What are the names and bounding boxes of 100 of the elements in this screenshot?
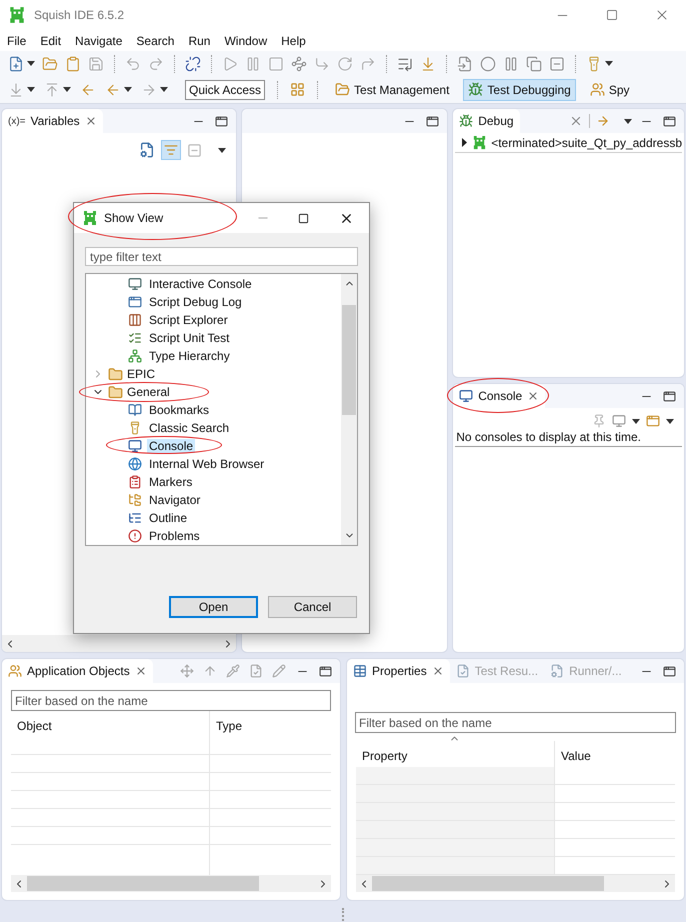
console-message: No consoles to display at this time. [456, 430, 641, 444]
view-tab[interactable]: Properties [347, 659, 450, 683]
tree-item[interactable]: Navigator [147, 493, 202, 507]
stop-icon[interactable] [268, 56, 284, 72]
download-icon[interactable] [420, 56, 436, 72]
columns-icon [128, 313, 142, 327]
robot-logo-icon [82, 210, 98, 226]
open-icon[interactable] [42, 56, 58, 72]
caret-icon[interactable] [124, 87, 132, 92]
tree-item[interactable]: Problems [147, 529, 202, 543]
maximize-icon[interactable] [215, 114, 228, 128]
menu-item[interactable]: File [7, 32, 26, 50]
filter-field[interactable]: Filter based on the name [11, 690, 331, 711]
tree-item[interactable]: Interactive Console [147, 277, 254, 291]
layout-toggle[interactable] [161, 140, 182, 160]
monitor-icon [128, 439, 142, 453]
caret-icon[interactable] [27, 61, 35, 66]
pause-icon[interactable] [503, 56, 519, 72]
tree-item[interactable]: Bookmarks [147, 403, 212, 417]
tree-item[interactable]: Script Debug Log [147, 295, 244, 309]
tree-item[interactable]: Console [147, 439, 196, 453]
copy-icon[interactable] [526, 56, 542, 72]
tree-item[interactable]: Classic Search [147, 421, 232, 435]
waypoints-icon[interactable] [291, 56, 307, 72]
horizontal-scrollbar[interactable] [356, 875, 675, 892]
menu-item[interactable]: Run [188, 32, 210, 50]
maximize-icon[interactable] [298, 212, 309, 224]
tree-item[interactable]: Outline [147, 511, 190, 525]
open-perspective-icon[interactable] [290, 82, 306, 97]
tree-item[interactable]: General [127, 385, 170, 399]
new-window-icon[interactable] [646, 414, 660, 428]
tree-item[interactable]: Script Unit Test [147, 331, 232, 345]
menu-item[interactable]: Help [281, 32, 306, 50]
menu-item[interactable]: Edit [40, 32, 62, 50]
column-header[interactable]: Value [561, 747, 591, 765]
arrow-up-icon[interactable] [203, 664, 217, 678]
caret-icon[interactable] [632, 418, 640, 424]
pipette-icon[interactable] [226, 664, 240, 678]
perspective-button[interactable]: Test Management [330, 78, 454, 100]
arrow-right-icon[interactable] [596, 114, 610, 128]
file-check-icon[interactable] [249, 664, 263, 678]
quick-access-field[interactable]: Quick Access [185, 80, 266, 100]
horizontal-scrollbar[interactable] [2, 635, 236, 652]
view-tab[interactable]: Debug [453, 109, 520, 133]
column-header[interactable]: Type [216, 717, 242, 735]
bug-icon [459, 114, 474, 128]
maximize-icon[interactable] [663, 390, 676, 402]
view-menu-icon[interactable] [218, 148, 226, 152]
caret-icon[interactable] [63, 87, 71, 92]
tree-item[interactable]: Type Hierarchy [147, 349, 232, 363]
perspective-button[interactable]: Test Debugging [463, 78, 576, 100]
expand-arrow-icon[interactable] [461, 138, 468, 147]
pencil-icon[interactable] [272, 664, 286, 678]
bug-icon [468, 82, 484, 97]
monitor-icon[interactable] [612, 414, 626, 428]
undo-icon[interactable] [125, 56, 141, 72]
play-icon[interactable] [222, 56, 238, 72]
record-icon[interactable] [480, 56, 496, 72]
caret-icon[interactable] [27, 87, 35, 92]
tree-item[interactable]: Markers [147, 475, 194, 489]
view-tab[interactable]: (x)= Variables [2, 109, 103, 133]
caret-icon[interactable] [605, 61, 613, 66]
paste-icon[interactable] [65, 56, 81, 72]
pause-icon[interactable] [245, 56, 261, 72]
new-file-icon[interactable] [8, 56, 24, 72]
vertical-scrollbar[interactable] [341, 274, 357, 545]
filter-field[interactable]: Filter based on the name [355, 712, 676, 733]
column-header[interactable]: Property [362, 747, 408, 765]
tab-label: Debug [478, 113, 514, 130]
view-tab[interactable]: Console [453, 384, 546, 408]
filter-field[interactable]: type filter text [85, 247, 358, 266]
column-header[interactable]: Object [17, 717, 52, 735]
unlink-icon[interactable] [185, 56, 201, 72]
folder-icon [108, 366, 123, 382]
menu-item[interactable]: Window [224, 32, 268, 50]
view-menu-icon[interactable] [624, 118, 632, 124]
horizontal-scrollbar[interactable] [11, 875, 331, 892]
move-icon[interactable] [180, 664, 194, 678]
file-input-icon[interactable] [457, 56, 473, 72]
maximize-icon[interactable] [426, 114, 440, 128]
folder-icon [108, 384, 123, 400]
tree-item[interactable]: Internal Web Browser [147, 457, 266, 471]
dialog-button[interactable]: Cancel [268, 596, 357, 618]
maximize-icon[interactable] [663, 664, 676, 678]
caret-icon[interactable] [160, 87, 168, 92]
variables-icon-label: (x)= [8, 114, 26, 128]
tree-item[interactable]: Script Explorer [147, 313, 230, 327]
tree-item[interactable]: EPIC [127, 367, 156, 381]
dialog-button[interactable]: Open [169, 596, 258, 618]
view-tab[interactable]: Application Objects [2, 659, 153, 683]
save-icon[interactable] [88, 56, 104, 72]
caret-icon[interactable] [666, 418, 674, 424]
perspective-button[interactable]: Spy [584, 78, 634, 100]
menu-item[interactable]: Navigate [75, 32, 122, 50]
tree-item[interactable]: <terminated>suite_Qt_py_addressb [491, 134, 682, 152]
maximize-icon[interactable] [319, 664, 332, 678]
menu-item[interactable]: Search [136, 32, 174, 50]
file-check-icon [456, 664, 470, 678]
redo-icon[interactable] [148, 56, 164, 72]
maximize-icon[interactable] [663, 114, 676, 128]
